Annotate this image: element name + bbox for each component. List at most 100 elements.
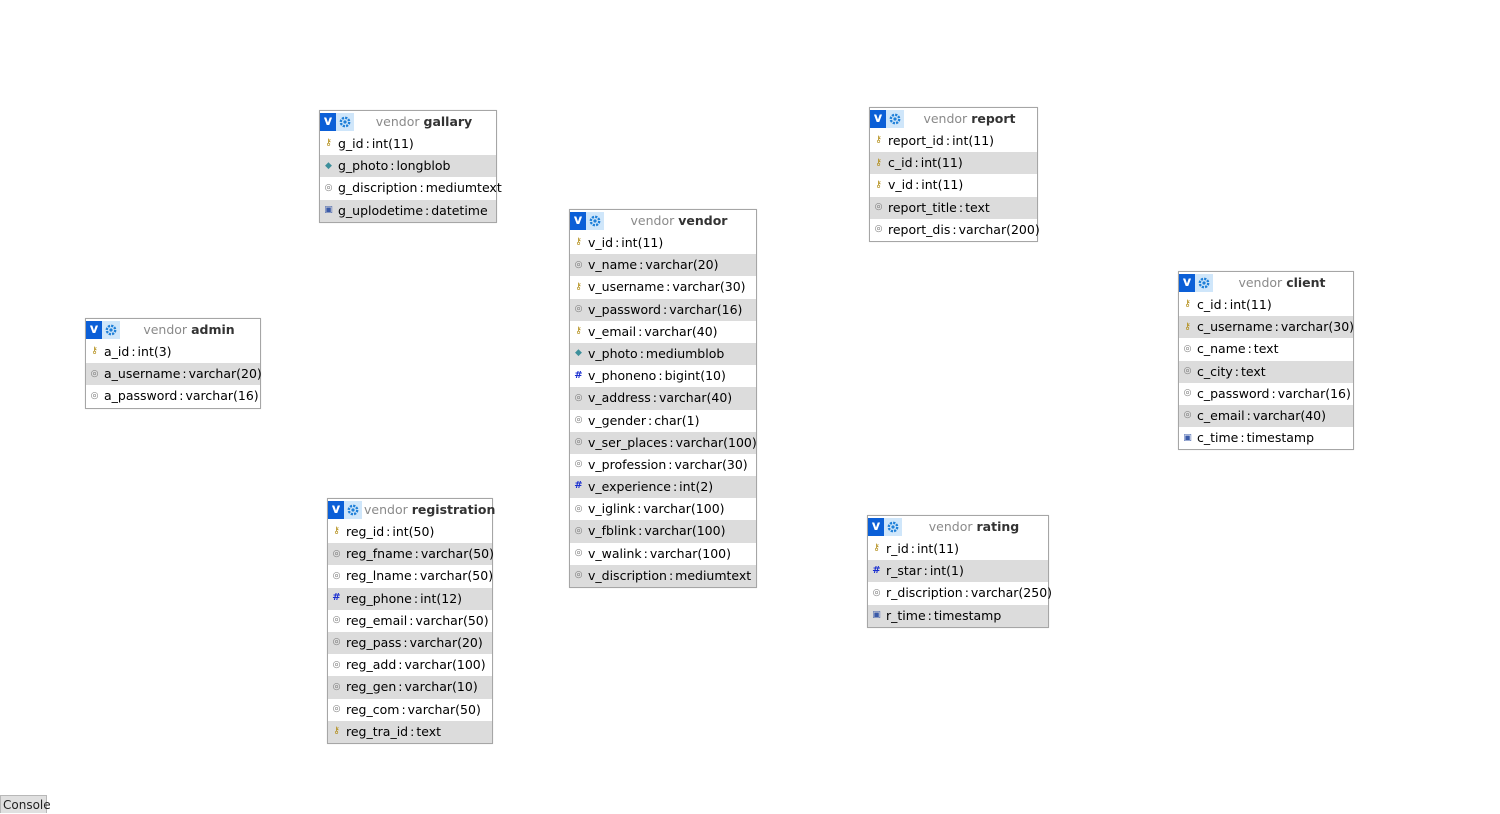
table-header[interactable]: v vendor client <box>1179 272 1353 294</box>
table-admin[interactable]: v vendor admin ⚷ a_id: int(3) ◎ a_username: var… <box>85 318 262 409</box>
database-name: vendor <box>630 213 675 228</box>
separator: : <box>638 323 643 339</box>
column-row[interactable]: ◎ reg_gen: varchar(10) <box>328 676 492 699</box>
column-row[interactable]: ◎ v_fblink: varchar(100) <box>570 520 756 543</box>
column-name: reg_tra_id <box>346 723 409 739</box>
column-row[interactable]: ◎ a_username: varchar(20) <box>86 363 262 386</box>
column-type: varchar(16) <box>185 388 259 404</box>
column-row[interactable]: ⚷ v_id: int(11) <box>570 232 756 254</box>
table-client[interactable]: v vendor client ⚷ c_id: int(11) ⚷ c_username: v… <box>1178 271 1354 451</box>
column-row[interactable]: ⚷ c_id: int(11) <box>870 152 1037 175</box>
gear-icon[interactable] <box>336 113 354 131</box>
column-row[interactable]: ⚷ report_id: int(11) <box>870 130 1037 152</box>
column-type: int(12) <box>420 590 463 606</box>
column-row[interactable]: ◎ v_name: varchar(20) <box>570 254 756 277</box>
column-row[interactable]: ◎ r_discription: varchar(250) <box>868 582 1052 604</box>
column-row[interactable]: ◎ reg_fname: varchar(50) <box>328 543 494 566</box>
column-row[interactable]: ◎ v_ser_places: varchar(100) <box>570 431 757 454</box>
column-row[interactable]: ◆ g_photo: longblob <box>320 155 496 178</box>
table-gallary[interactable]: v vendor gallary ⚷ g_id: int(11) ◆ g_photo: lon… <box>319 110 502 223</box>
column-row[interactable]: ⚷ v_username: varchar(30) <box>570 276 756 298</box>
column-row[interactable]: ⚷ a_id: int(3) <box>86 341 260 363</box>
column-row[interactable]: # v_experience: int(2) <box>570 476 756 499</box>
gear-icon[interactable] <box>344 501 362 519</box>
column-type: mediumtext <box>425 180 502 196</box>
toggle-columns-button[interactable]: v <box>570 212 586 230</box>
column-row[interactable]: ⚷ g_id: int(11) <box>320 133 496 155</box>
table-registration[interactable]: v vendor registration ⚷ reg_id: int(50) ◎ reg_… <box>327 498 495 744</box>
table-header[interactable]: v vendor report <box>870 108 1037 130</box>
separator: : <box>403 634 408 650</box>
column-row[interactable]: ⚷ v_id: int(11) <box>870 174 1037 196</box>
column-row[interactable]: ▣ r_time: timestamp <box>868 604 1048 627</box>
gear-icon[interactable] <box>586 212 604 230</box>
column-row[interactable]: ◎ report_dis: varchar(200) <box>870 219 1040 241</box>
table-vendor[interactable]: v vendor vendor ⚷ v_id: int(11) ◎ v_name: varch… <box>569 209 757 588</box>
column-row[interactable]: ◎ report_title: text <box>870 196 1037 219</box>
column-row[interactable]: # r_star: int(1) <box>868 560 1048 583</box>
table-rating[interactable]: v vendor rating ⚷ r_id: int(11) # r_star: int(1… <box>867 515 1052 628</box>
column-row[interactable]: ◎ v_discription: mediumtext <box>570 564 756 587</box>
column-row[interactable]: ◎ c_email: varchar(40) <box>1179 404 1353 428</box>
table-header[interactable]: v vendor admin <box>86 319 260 341</box>
toggle-columns-button[interactable]: v <box>1179 274 1195 292</box>
gear-icon[interactable] <box>886 110 904 128</box>
column-row[interactable]: ◎ v_address: varchar(40) <box>570 387 756 410</box>
column-row[interactable]: ◆ v_photo: mediumblob <box>570 342 756 366</box>
separator: : <box>910 541 916 556</box>
table-header[interactable]: v vendor gallary <box>320 111 496 133</box>
column-row[interactable]: ◎ g_discription: mediumtext <box>320 177 502 199</box>
gear-icon[interactable] <box>1195 274 1213 292</box>
column-row[interactable]: # reg_phone: int(12) <box>328 587 492 610</box>
gear-icon[interactable] <box>884 518 902 536</box>
text-field-icon: ◎ <box>332 659 341 670</box>
column-name: v_phoneno <box>588 368 657 384</box>
toggle-columns-button[interactable]: v <box>320 113 336 131</box>
database-name: vendor <box>375 114 420 129</box>
table-report[interactable]: v vendor report ⚷ report_id: int(11) ⚷ c_id: in… <box>869 107 1040 242</box>
column-type: int(11) <box>371 136 414 151</box>
toggle-columns-button[interactable]: v <box>328 501 344 519</box>
column-row[interactable]: ◎ c_name: text <box>1179 338 1353 360</box>
column-type: varchar(40) <box>1252 407 1327 423</box>
gear-icon[interactable] <box>102 321 120 339</box>
column-row[interactable]: ◎ reg_add: varchar(100) <box>328 654 492 676</box>
text-field-icon: ◎ <box>90 368 99 379</box>
column-row[interactable]: ◎ v_password: varchar(16) <box>570 298 756 321</box>
column-name: g_id <box>338 136 364 151</box>
column-row[interactable]: ◎ reg_lname: varchar(50) <box>328 565 494 587</box>
column-row[interactable]: ⚷ c_username: varchar(30) <box>1179 316 1354 339</box>
column-row[interactable]: ◎ c_password: varchar(16) <box>1179 383 1353 405</box>
column-row[interactable]: ▣ c_time: timestamp <box>1179 427 1353 449</box>
database-name: vendor <box>1238 275 1283 290</box>
toggle-columns-button[interactable]: v <box>86 321 102 339</box>
column-row[interactable]: ⚷ r_id: int(11) <box>868 538 1048 560</box>
column-row[interactable]: ▣ g_uplodetime: datetime <box>320 199 496 222</box>
column-row[interactable]: ◎ reg_com: varchar(50) <box>328 699 492 721</box>
column-name: v_iglink <box>588 501 636 517</box>
column-row[interactable]: # v_phoneno: bigint(10) <box>570 365 756 387</box>
table-header[interactable]: v vendor rating <box>868 516 1048 538</box>
column-name: v_experience <box>588 479 671 495</box>
column-row[interactable]: ◎ c_city: text <box>1179 360 1353 383</box>
toggle-columns-button[interactable]: v <box>868 518 884 536</box>
toggle-columns-button[interactable]: v <box>870 110 886 128</box>
table-header[interactable]: v vendor vendor <box>570 210 756 232</box>
text-field-icon: ◎ <box>574 392 583 403</box>
column-row[interactable]: ◎ v_gender: char(1) <box>570 410 756 432</box>
column-row[interactable]: ◎ v_iglink: varchar(100) <box>570 498 756 520</box>
console-button[interactable]: Console <box>0 795 51 813</box>
column-name: v_password <box>588 301 661 317</box>
column-row[interactable]: ◎ v_walink: varchar(100) <box>570 543 756 565</box>
column-row[interactable]: ◎ reg_pass: varchar(20) <box>328 631 492 655</box>
column-row[interactable]: ◎ v_profession: varchar(30) <box>570 454 756 476</box>
column-row[interactable]: ⚷ v_email: varchar(40) <box>570 321 756 343</box>
column-name: c_password <box>1197 385 1270 401</box>
table-header[interactable]: v vendor registration <box>328 499 495 521</box>
column-row[interactable]: ◎ reg_email: varchar(50) <box>328 610 492 632</box>
column-row[interactable]: ◎ a_password: varchar(16) <box>86 385 260 407</box>
separator: : <box>413 568 418 584</box>
column-row[interactable]: ⚷ reg_tra_id: text <box>328 720 492 743</box>
column-row[interactable]: ⚷ reg_id: int(50) <box>328 521 492 543</box>
column-row[interactable]: ⚷ c_id: int(11) <box>1179 294 1353 316</box>
